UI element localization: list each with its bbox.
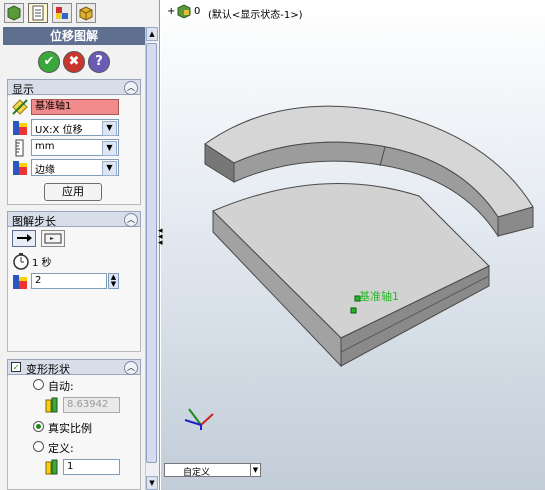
property-manager-icon: [32, 5, 44, 21]
collapse-icon[interactable]: ︿: [124, 81, 138, 95]
panel-title: 位移图解: [3, 27, 145, 45]
scroll-down-icon[interactable]: ▼: [146, 476, 158, 490]
step-count-input[interactable]: 2: [31, 273, 107, 289]
cancel-button[interactable]: ✖: [63, 51, 85, 73]
ok-button[interactable]: ✔: [38, 51, 60, 73]
time-label: 1 秒: [32, 258, 52, 269]
define-label: 定义:: [48, 442, 74, 455]
view-config-select[interactable]: 自定义 ▼: [164, 463, 261, 478]
display-section-header[interactable]: 显示 ︿: [7, 79, 141, 96]
check-icon: ✔: [43, 54, 55, 69]
model-view: [184, 105, 534, 430]
units-select[interactable]: mm ▼: [31, 139, 119, 156]
property-manager-tab[interactable]: [28, 3, 48, 23]
units-icon: [11, 139, 29, 157]
scroll-thumb[interactable]: [146, 43, 157, 463]
auto-radio[interactable]: [33, 379, 44, 390]
collapse-icon[interactable]: ︿: [124, 213, 138, 227]
axis-point-icon: [350, 307, 357, 314]
deform-checkbox[interactable]: ✓: [11, 362, 21, 372]
view-config-value: 自定义: [183, 468, 211, 478]
feature-manager-tab[interactable]: [4, 3, 24, 23]
coordinate-triad-icon: [184, 408, 214, 430]
continuous-mode-button[interactable]: [41, 230, 65, 247]
define-scale-input[interactable]: 1: [63, 459, 120, 475]
axis-label: 基准轴1: [359, 290, 399, 303]
loop-icon: [44, 233, 62, 244]
component-select[interactable]: UX:X 位移 ▼: [31, 119, 119, 136]
render-mode-select[interactable]: 边缘 ▼: [31, 159, 119, 176]
steps-section-header[interactable]: 图解步长 ︿: [7, 211, 141, 228]
configuration-manager-icon: [56, 7, 68, 19]
chevron-down-icon[interactable]: ▼: [250, 464, 260, 476]
configuration-manager-tab[interactable]: [52, 3, 72, 23]
close-icon: ✖: [68, 54, 80, 69]
arrow-right-icon: [17, 234, 32, 242]
scroll-up-icon[interactable]: ▲: [146, 27, 158, 41]
step-mode-button[interactable]: [12, 230, 36, 247]
scale-icon: [44, 459, 60, 475]
deform-section-header[interactable]: ✓ 变形形状 ︿: [7, 359, 141, 376]
apply-button[interactable]: 应用: [44, 183, 102, 201]
help-icon: ?: [95, 54, 103, 69]
help-button[interactable]: ?: [88, 51, 110, 73]
deform-section: 自动: 8.63942 真实比例 定义: 1: [7, 375, 141, 490]
scale-icon: [44, 397, 60, 413]
chevron-down-icon[interactable]: ▼: [102, 161, 117, 176]
display-manager-icon: [79, 6, 93, 21]
chevron-down-icon[interactable]: ▼: [102, 141, 117, 156]
steps-section: 1 秒 2 ▲ ▼: [7, 227, 141, 352]
define-radio[interactable]: [33, 441, 44, 452]
step-spinner[interactable]: ▲ ▼: [108, 273, 119, 289]
display-manager-tab[interactable]: [76, 3, 96, 23]
auto-label: 自动:: [48, 380, 74, 393]
auto-scale-input[interactable]: 8.63942: [63, 397, 120, 413]
true-scale-label: 真实比例: [48, 422, 92, 435]
render-mode-value: 边缘: [35, 165, 55, 176]
render-mode-icon: [11, 159, 29, 177]
timer-icon: [12, 252, 30, 270]
step-count-icon: [11, 273, 29, 291]
reference-axis-icon: [11, 98, 29, 116]
property-manager-panel: 位移图解 ✔ ✖ ? 显示 ︿ 基准轴1 UX:X 位移 ▼ mm ▼ 边缘 ▼…: [0, 0, 160, 490]
feature-manager-icon: [7, 5, 21, 21]
component-value: UX:X 位移: [35, 125, 83, 136]
units-value: mm: [35, 141, 55, 152]
reference-axis-field[interactable]: 基准轴1: [31, 99, 119, 115]
display-section: 基准轴1 UX:X 位移 ▼ mm ▼ 边缘 ▼ 应用: [7, 95, 141, 205]
displacement-icon: [11, 119, 29, 137]
chevron-down-icon[interactable]: ▼: [102, 121, 117, 136]
collapse-icon[interactable]: ︿: [124, 361, 138, 375]
graphics-viewport[interactable]: ◂ ◂ ◂ + 0 (默认<显示状态-1>) 基准轴1: [158, 0, 545, 490]
true-scale-radio[interactable]: [33, 421, 44, 432]
